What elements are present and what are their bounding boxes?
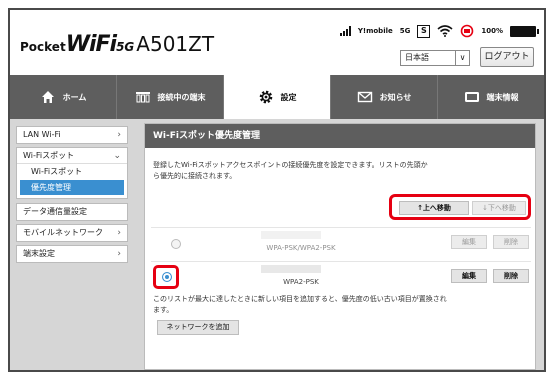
delete-button[interactable]: 削除 [493, 235, 529, 249]
sidebar-subitem-wifi-spot[interactable]: Wi-Fiスポット [17, 164, 127, 179]
status-bar: Y!mobile 5G S 100% [339, 22, 539, 40]
logo-5g: 5G [116, 40, 135, 54]
sidebar: LAN Wi-Fi › Wi-Fiスポット ⌄ Wi-Fiスポット 優先度管理 … [16, 126, 128, 266]
move-up-button[interactable]: ↑上へ移動 [399, 201, 469, 215]
logo-model: A501ZT [136, 32, 215, 56]
signal-icon [339, 26, 351, 36]
move-down-button[interactable]: ↓下へ移動 [472, 201, 526, 215]
sidebar-item-label: Wi-Fiスポット [23, 151, 75, 160]
add-network-button[interactable]: ネットワークを追加 [157, 320, 239, 335]
security-type: WPA-PSK/WPA2-PSK [266, 244, 336, 252]
sidebar-item-data-settings[interactable]: データ通信量設定 [16, 203, 128, 221]
nav-notifications-label: お知らせ [379, 92, 412, 102]
table-row[interactable]: WPA-PSK/WPA2-PSK 編集 削除 [151, 227, 531, 257]
logo-wifi: WiFi [65, 32, 117, 57]
devices-icon [135, 92, 150, 103]
priority-panel: Wi-Fiスポット優先度管理 登録したWi-Fiスポットアクセスポイントの接続優… [144, 123, 536, 370]
nav-home[interactable]: ホーム [10, 75, 117, 119]
router-admin-window: PocketWiFi5G A501ZT Y!mobile 5G S 100% 日本… [8, 8, 546, 372]
selected-radio-highlight [153, 265, 179, 289]
chevron-down-icon: ⌄ [113, 151, 121, 161]
battery-percent: 100% [481, 27, 503, 35]
nav-devices[interactable]: 接続中の端末 [117, 75, 224, 119]
nav-settings[interactable]: 設定 [224, 75, 331, 119]
header: PocketWiFi5G A501ZT Y!mobile 5G S 100% 日本… [10, 10, 544, 74]
sidebar-item-device-settings[interactable]: 端末設定 › [16, 245, 128, 263]
sidebar-item-label: データ通信量設定 [23, 207, 87, 216]
wifi-icon [437, 25, 453, 37]
brand-logo: PocketWiFi5G A501ZT [20, 32, 214, 57]
mail-icon [357, 91, 372, 103]
row-radio[interactable] [162, 272, 172, 282]
move-buttons-highlight: ↑上へ移動 ↓下へ移動 [389, 194, 531, 220]
sidebar-item-label: LAN Wi-Fi [23, 130, 61, 139]
page-title: Wi-Fiスポット優先度管理 [145, 124, 535, 148]
sidebar-item-label: 端末設定 [23, 249, 55, 258]
device-info-icon [464, 92, 479, 102]
network-type: 5G [399, 27, 411, 35]
nav-devices-label: 接続中の端末 [157, 92, 206, 102]
ssid-redacted [261, 231, 321, 239]
nav-notifications[interactable]: お知らせ [331, 75, 438, 119]
security-type: WPA2-PSK [283, 278, 319, 286]
ssid-redacted [261, 265, 321, 273]
nav-home-label: ホーム [62, 92, 87, 102]
carrier-name: Y!mobile [357, 27, 393, 35]
chevron-right-icon: › [117, 249, 121, 259]
table-row[interactable]: WPA2-PSK 編集 削除 [151, 261, 531, 291]
sidebar-item-label: モバイルネットワーク [23, 228, 103, 237]
sidebar-item-mobile-network[interactable]: モバイルネットワーク › [16, 224, 128, 242]
home-icon [41, 91, 54, 103]
nav-device-info[interactable]: 端末情報 [438, 75, 544, 119]
sidebar-group-wifi-spot: Wi-Fiスポット ⌄ Wi-Fiスポット 優先度管理 [16, 147, 128, 199]
nav-settings-label: 設定 [280, 92, 297, 102]
row-radio[interactable] [171, 239, 181, 249]
chevron-down-icon: ∨ [455, 51, 469, 65]
list-limit-note: このリストが最大に達したときに新しい項目を追加すると、優先度の低い古い項目が置換… [153, 295, 447, 314]
notification-status-icon [461, 24, 474, 38]
nav-device-info-label: 端末情報 [486, 92, 519, 102]
chevron-right-icon: › [117, 228, 121, 238]
chevron-right-icon: › [117, 130, 121, 140]
gear-icon [259, 90, 272, 104]
delete-button[interactable]: 削除 [493, 269, 529, 283]
edit-button[interactable]: 編集 [451, 269, 487, 283]
sidebar-item-lan-wifi[interactable]: LAN Wi-Fi › [16, 126, 128, 144]
logo-pocket: Pocket [20, 40, 66, 54]
sidebar-item-wifi-spot[interactable]: Wi-Fiスポット ⌄ [17, 148, 127, 164]
logout-button[interactable]: ログアウト [480, 47, 534, 67]
description-text: 登録したWi-Fiスポットアクセスポイントの接続優先度を設定できます。リストの先… [153, 161, 428, 180]
main-nav: ホーム 接続中の端末 設定 お知らせ 端末情報 [10, 75, 544, 119]
sidebar-subitem-priority[interactable]: 優先度管理 [20, 180, 124, 195]
sim-icon: S [417, 24, 431, 38]
language-select[interactable]: 日本語 ∨ [400, 50, 470, 66]
language-value: 日本語 [405, 53, 429, 62]
edit-button[interactable]: 編集 [451, 235, 487, 249]
battery-icon [510, 25, 539, 37]
